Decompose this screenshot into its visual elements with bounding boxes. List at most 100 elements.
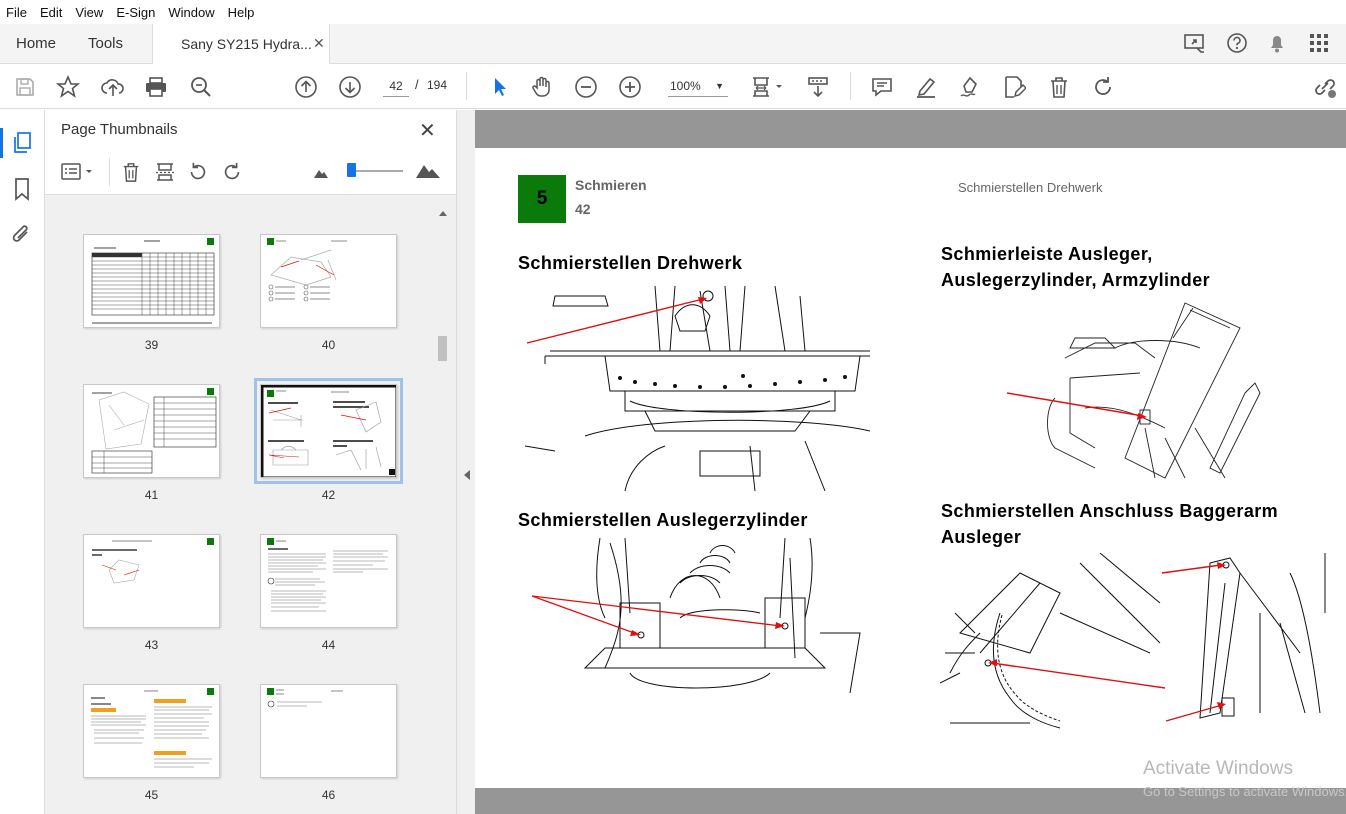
rotate-left-icon[interactable] (187, 161, 209, 188)
panel-splitter[interactable] (456, 110, 475, 814)
tab-close-icon[interactable]: ✕ (313, 35, 325, 52)
chevron-down-icon: ▼ (715, 81, 724, 91)
thumbnail-options-icon[interactable] (61, 162, 97, 187)
heading-anschluss-line2: Ausleger (941, 527, 1022, 547)
bookmark-star-icon[interactable] (55, 74, 81, 100)
heading-schmierleiste-line1: Schmierleiste Ausleger, (941, 244, 1153, 264)
main-toolbar: 42 / 194 100% ▼ (0, 64, 1346, 109)
toolbar-divider (466, 72, 467, 100)
apps-grid-icon[interactable] (1308, 32, 1330, 59)
help-icon[interactable] (1226, 32, 1248, 59)
thumbnail-label: 42 (321, 488, 336, 502)
thumbnail-label: 43 (144, 638, 159, 652)
extract-page-icon[interactable] (154, 161, 176, 188)
thumbnail-label: 46 (321, 788, 336, 802)
menu-file[interactable]: File (6, 5, 27, 20)
thumbnail-list: 39 40 41 42 43 44 45 46 (45, 196, 437, 814)
rotate-icon[interactable] (1090, 74, 1116, 100)
page-number-input[interactable]: 42 (383, 75, 409, 97)
comment-icon[interactable] (869, 74, 895, 100)
thumbnail-label: 44 (321, 638, 336, 652)
thumbnail-page-44[interactable] (260, 534, 397, 628)
chapter-badge: 5 (518, 175, 566, 223)
menu-esign[interactable]: E-Sign (116, 5, 155, 20)
mountain-small-icon[interactable] (313, 166, 329, 184)
page-up-icon[interactable] (293, 74, 319, 100)
toolbar-divider (850, 72, 851, 100)
figure-anschluss-baggerarm (940, 553, 1326, 729)
menu-bar: File Edit View E-Sign Window Help (0, 0, 1346, 24)
rotate-right-icon[interactable] (221, 161, 243, 188)
select-cursor-icon[interactable] (486, 74, 512, 100)
thumbnail-page-42[interactable] (254, 378, 403, 484)
section-page-number: 42 (575, 201, 591, 217)
upload-cloud-icon[interactable] (100, 74, 126, 100)
thumbnail-page-43[interactable] (83, 534, 220, 628)
highlight-pen-icon[interactable] (913, 74, 939, 100)
scrollbar-thumb[interactable] (438, 336, 447, 361)
scroll-mode-icon[interactable] (805, 74, 831, 100)
delete-icon[interactable] (1046, 74, 1072, 100)
bell-icon[interactable] (1267, 32, 1287, 59)
panel-divider (109, 158, 110, 186)
activate-windows-subtext: Go to Settings to activate Windows. (1143, 784, 1346, 799)
collapse-panel-icon[interactable] (463, 468, 471, 486)
heading-schmierleiste-line2: Auslegerzylinder, Armzylinder (941, 270, 1211, 290)
menu-view[interactable]: View (75, 5, 103, 20)
search-zoom-icon[interactable] (188, 74, 214, 100)
fit-page-icon[interactable] (750, 74, 786, 100)
thumbnail-label: 40 (321, 338, 336, 352)
print-icon[interactable] (143, 74, 169, 100)
page-thumbnails-icon[interactable] (12, 131, 34, 160)
tab-tools[interactable]: Tools (88, 35, 123, 52)
thumbnail-label: 41 (144, 488, 159, 502)
slider-handle[interactable] (347, 163, 356, 177)
thumbnail-page-41[interactable] (83, 384, 220, 478)
sign-icon[interactable] (957, 74, 983, 100)
navigation-rail (0, 110, 45, 814)
tab-bar: Home Tools Sany SY215 Hydra... ✕ (0, 24, 1346, 65)
heading-anschluss-line1: Schmierstellen Anschluss Baggerarm (941, 501, 1279, 521)
menu-window[interactable]: Window (168, 5, 214, 20)
zoom-in-icon[interactable] (617, 74, 643, 100)
zoom-value: 100% (670, 79, 701, 93)
tab-document-title: Sany SY215 Hydra... (181, 36, 312, 52)
thumbnails-panel: Page Thumbnails ✕ 39 40 41 42 43 44 45 4… (45, 110, 456, 814)
thumbnail-page-46[interactable] (260, 684, 397, 778)
thumbnail-scrollbar[interactable] (434, 196, 451, 814)
thumbnail-page-40[interactable] (260, 234, 397, 328)
pdf-page: 5 Schmieren 42 Schmierstellen Drehwerk S… (475, 148, 1346, 799)
bookmarks-icon[interactable] (13, 177, 31, 206)
scroll-up-icon[interactable] (438, 204, 448, 222)
edit-pdf-icon[interactable] (1001, 74, 1027, 100)
document-view: 5 Schmieren 42 Schmierstellen Drehwerk S… (475, 110, 1346, 814)
panel-toolbar (45, 150, 456, 195)
zoom-select[interactable]: 100% ▼ (668, 75, 728, 97)
save-icon[interactable] (12, 74, 38, 100)
thumbnail-page-39[interactable] (83, 234, 220, 328)
link-share-icon[interactable] (1312, 74, 1338, 100)
mountain-large-icon[interactable] (415, 161, 441, 184)
page-total: 194 (427, 78, 448, 92)
section-title: Schmieren (575, 177, 647, 193)
thumbnail-label: 39 (144, 338, 159, 352)
attachments-icon[interactable] (11, 222, 33, 253)
page-down-icon[interactable] (337, 74, 363, 100)
menu-edit[interactable]: Edit (40, 5, 62, 20)
heading-auslegerzylinder: Schmierstellen Auslegerzylinder (518, 510, 808, 530)
activate-windows-watermark: Activate Windows (1143, 758, 1293, 779)
share-screen-icon[interactable] (1183, 32, 1207, 59)
tab-document[interactable]: Sany SY215 Hydra... ✕ (152, 24, 330, 65)
running-header: Schmierstellen Drehwerk (958, 180, 1103, 195)
hand-tool-icon[interactable] (529, 74, 555, 100)
thumbnail-page-45[interactable] (83, 684, 220, 778)
zoom-out-icon[interactable] (573, 74, 599, 100)
page-separator: / (415, 77, 419, 92)
figure-auslegerzylinder (531, 538, 861, 693)
delete-page-icon[interactable] (121, 161, 141, 188)
menu-help[interactable]: Help (228, 5, 255, 20)
active-indicator (0, 128, 3, 158)
tab-home[interactable]: Home (16, 35, 56, 52)
panel-close-icon[interactable]: ✕ (419, 118, 436, 143)
heading-drehwerk: Schmierstellen Drehwerk (518, 253, 743, 273)
